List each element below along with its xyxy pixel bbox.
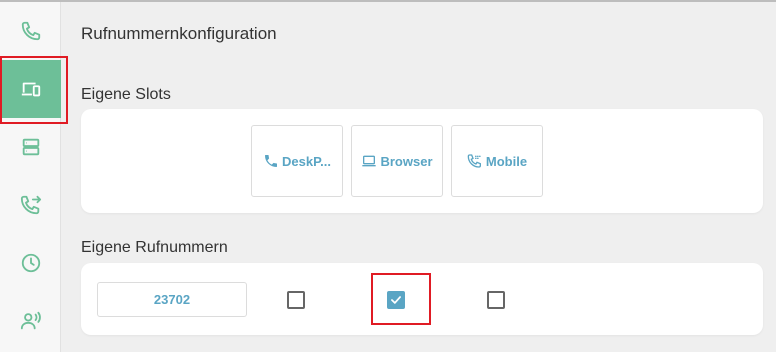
checkbox-deskphone[interactable]: [287, 291, 305, 309]
devices-icon: [21, 82, 40, 97]
slot-label: Mobile: [485, 153, 528, 169]
phone-in-talk-icon: [467, 154, 481, 168]
slots-section-title: Eigene Slots: [81, 86, 171, 103]
clock-icon: [21, 253, 40, 273]
top-border: [0, 0, 776, 2]
sidebar-item-phone[interactable]: [0, 2, 61, 60]
slot-button-desk-phone[interactable]: DeskP...: [251, 125, 343, 197]
numbers-section-title: Eigene Rufnummern: [81, 239, 228, 256]
slots-card: DeskP... Browser Mobile: [81, 109, 763, 213]
phone-icon: [265, 155, 278, 167]
slot-label: Browser: [380, 153, 433, 169]
page-title: Rufnummernkonfiguration: [81, 24, 277, 43]
phone-icon: [21, 21, 40, 41]
check-icon: [391, 296, 401, 304]
sidebar-item-forwarding[interactable]: [0, 176, 61, 234]
server-icon: [22, 138, 39, 156]
phone-number-field[interactable]: 23702: [97, 282, 247, 317]
checkbox-browser[interactable]: [387, 291, 405, 309]
slot-label: DeskP...: [282, 153, 331, 169]
checkbox-mobile[interactable]: [487, 291, 505, 309]
sidebar-item-server[interactable]: [0, 118, 61, 176]
sidebar-item-time[interactable]: [0, 234, 61, 292]
laptop-icon: [362, 155, 377, 167]
phone-forward-icon: [20, 195, 41, 215]
sidebar-item-devices[interactable]: [0, 60, 61, 118]
slot-button-mobile[interactable]: Mobile: [451, 125, 543, 197]
sidebar-item-voice[interactable]: [0, 292, 61, 350]
numbers-card: 23702: [81, 263, 763, 335]
slot-button-browser[interactable]: Browser: [351, 125, 443, 197]
sidebar: [0, 2, 61, 352]
voice-icon: [20, 311, 41, 330]
